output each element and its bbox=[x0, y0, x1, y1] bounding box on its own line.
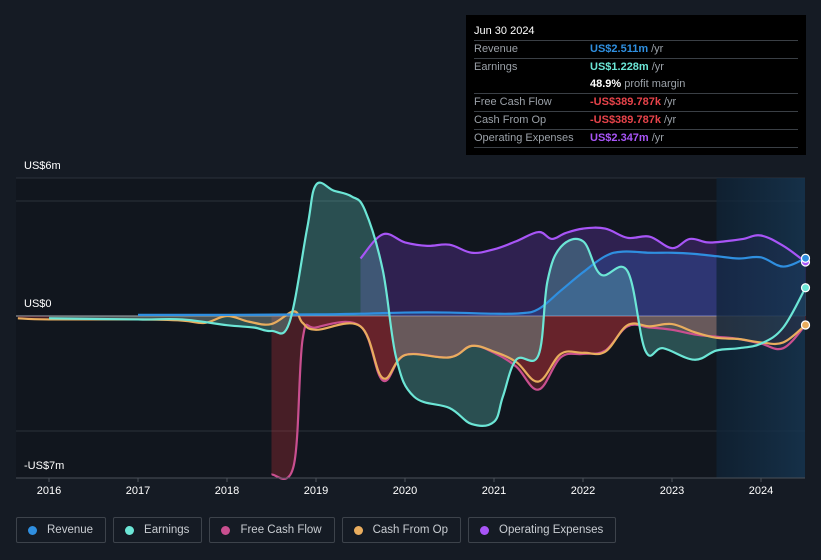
x-tick-label: 2019 bbox=[303, 485, 329, 497]
tooltip-row-cash-from-op: Cash From Op -US$389.787k /yr bbox=[474, 112, 798, 130]
tooltip-value: US$1.228m bbox=[590, 61, 649, 73]
legend-item-operating-expenses[interactable]: Operating Expenses bbox=[468, 517, 617, 543]
tooltip-row-free-cash-flow: Free Cash Flow -US$389.787k /yr bbox=[474, 94, 798, 112]
legend-dot-icon bbox=[353, 525, 363, 535]
tooltip-label: Operating Expenses bbox=[474, 132, 574, 144]
x-tick-label: 2017 bbox=[125, 485, 151, 497]
legend-dot-icon bbox=[28, 525, 37, 535]
tooltip-unit: /yr bbox=[651, 61, 664, 73]
legend-item-cash-from-op[interactable]: Cash From Op bbox=[341, 517, 462, 543]
legend-item-revenue[interactable]: Revenue bbox=[16, 517, 107, 543]
tooltip-row-revenue: Revenue US$2.511m /yr bbox=[474, 41, 798, 59]
tooltip-row-operating-expenses: Operating Expenses US$2.347m /yr bbox=[474, 130, 798, 148]
tooltip-value: -US$389.787k bbox=[590, 96, 661, 108]
legend-dot-icon bbox=[125, 525, 135, 535]
endpoint-cash-from-op bbox=[800, 320, 811, 330]
tooltip-label: Revenue bbox=[474, 43, 519, 55]
legend-label: Earnings bbox=[144, 524, 190, 536]
legend-dot-icon bbox=[480, 525, 490, 535]
legend-item-earnings[interactable]: Earnings bbox=[113, 517, 203, 543]
tooltip-label: Cash From Op bbox=[474, 114, 547, 126]
x-tick-label: 2024 bbox=[748, 485, 774, 497]
tooltip-row-earnings: Earnings US$1.228m /yr bbox=[474, 59, 798, 76]
tooltip-unit: /yr bbox=[663, 114, 677, 126]
legend-item-free-cash-flow[interactable]: Free Cash Flow bbox=[209, 517, 335, 543]
tooltip-value: US$2.347m bbox=[590, 132, 649, 144]
tooltip-unit: /yr bbox=[663, 96, 677, 108]
y-tick-label-zero: US$0 bbox=[24, 298, 52, 310]
tooltip-label: Free Cash Flow bbox=[474, 96, 552, 108]
legend-dot-icon bbox=[221, 525, 231, 535]
tooltip-value: US$2.511m bbox=[590, 43, 649, 55]
tooltip-value: 48.9% bbox=[590, 78, 622, 90]
x-tick-label: 2022 bbox=[570, 485, 596, 497]
tooltip-date: Jun 30 2024 bbox=[474, 23, 798, 41]
endpoint-earnings bbox=[800, 283, 811, 293]
x-tick-label: 2020 bbox=[392, 485, 418, 497]
forecast-highlight-region bbox=[716, 178, 805, 478]
y-tick-label-bottom: -US$7m bbox=[24, 460, 65, 472]
tooltip-unit: /yr bbox=[651, 132, 664, 144]
legend-label: Revenue bbox=[47, 524, 94, 536]
data-tooltip: Jun 30 2024 Revenue US$2.511m /yr Earnin… bbox=[466, 15, 806, 155]
tooltip-unit: profit margin bbox=[624, 78, 686, 90]
legend-label: Free Cash Flow bbox=[240, 524, 322, 536]
x-tick-label: 2018 bbox=[214, 485, 240, 497]
x-tick-label: 2021 bbox=[481, 485, 507, 497]
tooltip-unit: /yr bbox=[651, 43, 664, 55]
y-tick-label-top: US$6m bbox=[24, 160, 61, 172]
legend-label: Operating Expenses bbox=[499, 524, 604, 536]
x-tick-label: 2023 bbox=[659, 485, 685, 497]
legend-label: Cash From Op bbox=[372, 524, 449, 536]
tooltip-value: -US$389.787k bbox=[590, 114, 661, 126]
tooltip-row-profit-margin: 48.9% profit margin bbox=[474, 76, 798, 94]
tooltip-label bbox=[474, 76, 590, 93]
x-tick-label: 2016 bbox=[36, 485, 62, 497]
endpoint-revenue bbox=[800, 253, 811, 263]
x-axis bbox=[16, 477, 805, 482]
chart-legend: Revenue Earnings Free Cash Flow Cash Fro… bbox=[16, 517, 617, 543]
tooltip-label: Earnings bbox=[474, 61, 518, 73]
